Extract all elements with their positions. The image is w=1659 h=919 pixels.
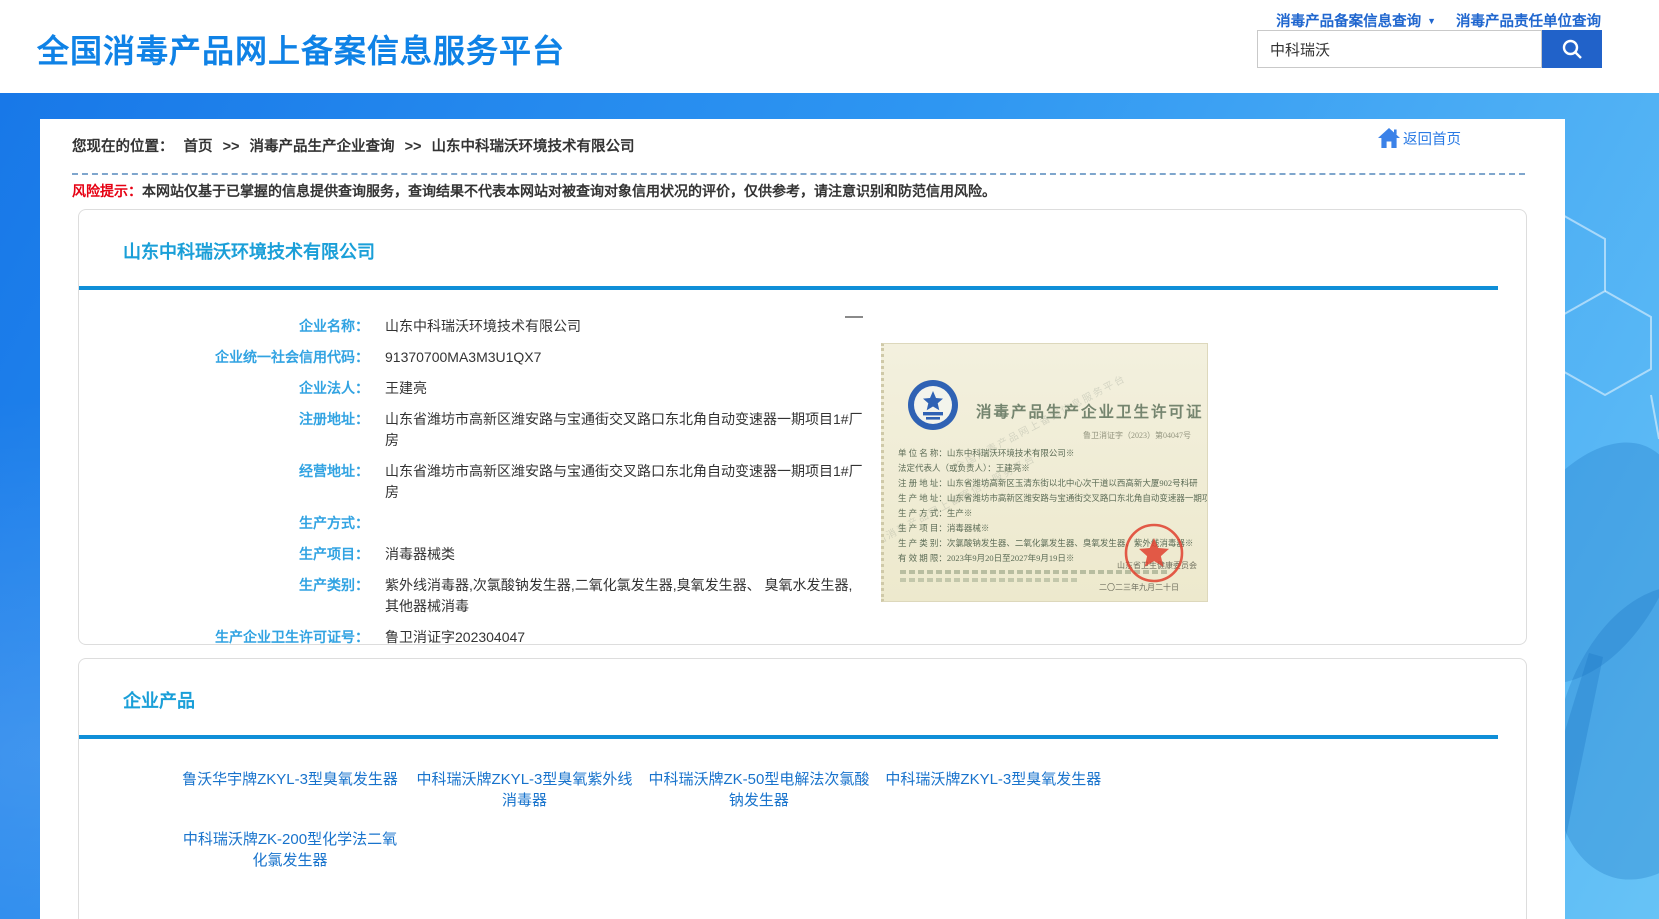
breadcrumb-separator: >> [405, 139, 422, 155]
back-home-label: 返回首页 [1403, 128, 1461, 149]
content-panel: 您现在的位置： 首页 >> 消毒产品生产企业查询 >> 山东中科瑞沃环境技术有限… [40, 119, 1565, 919]
field-label: 企业统一社会信用代码： [79, 347, 369, 368]
product-link[interactable]: 鲁沃华宇牌ZKYL-3型臭氧发生器 [179, 769, 401, 790]
certificate-number: 鲁卫消证字（2023）第04047号 [1083, 430, 1191, 441]
field-label: 生产类别： [79, 575, 369, 617]
field-label: 生产项目： [79, 544, 369, 565]
certificate-title: 消毒产品生产企业卫生许可证 [976, 400, 1204, 422]
page-header: 全国消毒产品网上备案信息服务平台 消毒产品备案信息查询 ▼ 消毒产品责任单位查询 [0, 0, 1659, 93]
nav-responsible-unit-query[interactable]: 消毒产品责任单位查询 [1456, 10, 1601, 31]
search-button[interactable] [1542, 30, 1602, 68]
site-title: 全国消毒产品网上备案信息服务平台 [37, 26, 565, 72]
nav-filing-info-query[interactable]: 消毒产品备案信息查询 ▼ [1276, 10, 1436, 31]
company-products-card: 企业产品 鲁沃华宇牌ZKYL-3型臭氧发生器 中科瑞沃牌ZKYL-3型臭氧紫外线… [78, 658, 1527, 919]
breadcrumb-current: 山东中科瑞沃环境技术有限公司 [432, 139, 635, 155]
product-link[interactable]: 中科瑞沃牌ZKYL-3型臭氧紫外线消毒器 [413, 769, 635, 811]
field-value: 山东省潍坊市高新区潍安路与宝通街交叉路口东北角自动变速器一期项目1#厂房 [385, 461, 863, 503]
certificate-line: 法定代表人（或负责人）：王建亮※ [898, 461, 1208, 476]
dashed-separator [72, 173, 1525, 175]
field-row-legal-person: 企业法人： 王建亮 [79, 378, 959, 399]
search-bar [1257, 30, 1602, 68]
search-icon [1560, 37, 1584, 61]
company-info-card: 山东中科瑞沃环境技术有限公司 企业名称： 山东中科瑞沃环境技术有限公司 企业统一… [78, 209, 1527, 645]
certificate-line: 单 位 名 称：山东中科瑞沃环境技术有限公司※ [898, 446, 1208, 461]
chevron-down-icon: ▼ [1427, 16, 1436, 26]
field-value: 紫外线消毒器,次氯酸钠发生器,二氧化氯发生器,臭氧发生器、 臭氧水发生器,其他器… [385, 575, 863, 617]
field-row-credit-code: 企业统一社会信用代码： 91370700MA3M3U1QX7 [79, 347, 959, 368]
field-row-production-category: 生产类别： 紫外线消毒器,次氯酸钠发生器,二氧化氯发生器,臭氧发生器、 臭氧水发… [79, 575, 959, 617]
back-home-link[interactable]: 返回首页 [1377, 127, 1461, 149]
top-nav: 消毒产品备案信息查询 ▼ 消毒产品责任单位查询 [1276, 10, 1601, 31]
certificate-footnote [900, 578, 1080, 582]
card-divider [79, 286, 1498, 290]
breadcrumb-prefix: 您现在的位置： [72, 139, 174, 155]
field-row-company-name: 企业名称： 山东中科瑞沃环境技术有限公司 [79, 316, 959, 337]
field-label: 企业名称： [79, 316, 369, 337]
field-row-license-number: 生产企业卫生许可证号： 鲁卫消证字202304047 [79, 627, 959, 648]
risk-warning: 风险提示：本网站仅基于已掌握的信息提供查询服务，查询结果不代表本网站对被查询对象… [72, 181, 996, 201]
breadcrumb: 您现在的位置： 首页 >> 消毒产品生产企业查询 >> 山东中科瑞沃环境技术有限… [72, 135, 641, 156]
field-value: 山东中科瑞沃环境技术有限公司 [385, 316, 581, 337]
company-fields: 企业名称： 山东中科瑞沃环境技术有限公司 企业统一社会信用代码： 9137070… [79, 316, 959, 689]
hygiene-license-certificate-image: 全国消毒产品网上备案信息服务平台 全国消毒产品网上备案信息服务平台 消毒产品生产… [881, 343, 1208, 602]
field-row-registered-address: 注册地址： 山东省潍坊市高新区潍安路与宝通街交叉路口东北角自动变速器一期项目1#… [79, 409, 959, 451]
scan-artifact-dash [845, 316, 863, 318]
company-name-title: 山东中科瑞沃环境技术有限公司 [123, 238, 375, 264]
field-row-business-address: 经营地址： 山东省潍坊市高新区潍安路与宝通街交叉路口东北角自动变速器一期项目1#… [79, 461, 959, 503]
field-row-production-project: 生产项目： 消毒器械类 [79, 544, 959, 565]
field-value: 鲁卫消证字202304047 [385, 627, 525, 648]
product-link[interactable]: 中科瑞沃牌ZK-200型化学法二氧化氯发生器 [179, 829, 401, 871]
field-label: 生产企业卫生许可证号： [79, 627, 369, 648]
national-emblem-icon [906, 378, 960, 437]
field-label: 经营地址： [79, 461, 369, 503]
nav-responsible-unit-query-label: 消毒产品责任单位查询 [1456, 10, 1601, 31]
certificate-line: 注 册 地 址：山东省潍坊高新区玉清东街以北中心次干道以西高新大厦902号科研 [898, 476, 1208, 491]
field-label: 企业法人： [79, 378, 369, 399]
field-value: 山东省潍坊市高新区潍安路与宝通街交叉路口东北角自动变速器一期项目1#厂房 [385, 409, 863, 451]
risk-warning-text: 本网站仅基于已掌握的信息提供查询服务，查询结果不代表本网站对被查询对象信用状况的… [142, 183, 996, 199]
field-row-production-mode: 生产方式： [79, 513, 959, 534]
certificate-line: 生 产 方 式：生产※ [898, 506, 1208, 521]
field-value: 王建亮 [385, 378, 427, 399]
product-list: 鲁沃华宇牌ZKYL-3型臭氧发生器 中科瑞沃牌ZKYL-3型臭氧紫外线消毒器 中… [179, 769, 1139, 889]
home-icon [1377, 127, 1401, 149]
breadcrumb-section[interactable]: 消毒产品生产企业查询 [250, 139, 395, 155]
products-section-title: 企业产品 [123, 687, 195, 713]
breadcrumb-home[interactable]: 首页 [184, 139, 213, 155]
field-value: 消毒器械类 [385, 544, 455, 565]
breadcrumb-separator: >> [223, 139, 240, 155]
search-input[interactable] [1257, 30, 1542, 68]
card-divider [79, 735, 1498, 739]
field-value: 91370700MA3M3U1QX7 [385, 347, 541, 368]
field-label: 注册地址： [79, 409, 369, 451]
risk-warning-label: 风险提示： [72, 183, 142, 199]
nav-filing-info-query-label: 消毒产品备案信息查询 [1276, 10, 1421, 31]
red-seal-icon [1123, 522, 1185, 589]
certificate-line: 生 产 地 址：山东省潍坊市高新区潍安路与宝通街交叉路口东北角自动变速器一期项目… [898, 491, 1208, 506]
field-label: 生产方式： [79, 513, 369, 534]
product-link[interactable]: 中科瑞沃牌ZKYL-3型臭氧发生器 [882, 769, 1104, 790]
product-link[interactable]: 中科瑞沃牌ZK-50型电解法次氯酸钠发生器 [648, 769, 870, 811]
